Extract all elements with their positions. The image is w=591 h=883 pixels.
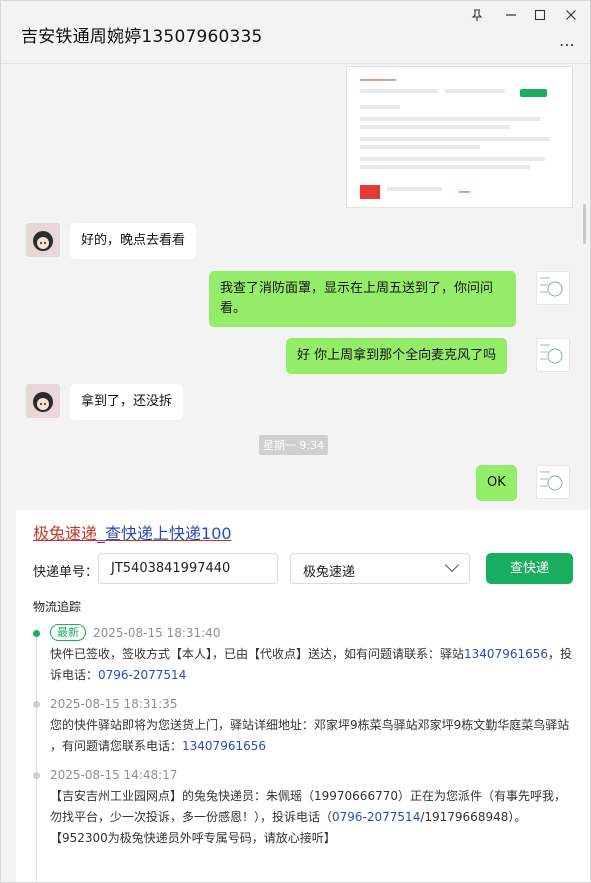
- timeline-dot-latest: [33, 630, 40, 637]
- message-bubble-incoming[interactable]: 好的，晚点去看看: [70, 223, 197, 259]
- event-description: 快件已签收，签收方式【本人】，已由【代收点】送达，如有问题请联系：驿站13407…: [50, 644, 575, 686]
- event-text: 快件已签收，签收方式【本人】，已由【代收点】送达，如有问题请联系：驿站: [50, 647, 465, 661]
- maximize-icon[interactable]: [532, 9, 548, 25]
- tracking-section-title: 物流追踪: [33, 600, 82, 614]
- thumbnail-line: [387, 187, 442, 191]
- thumbnail-logo: [360, 185, 380, 199]
- my-avatar[interactable]: [536, 338, 570, 372]
- thumbnail-line: [445, 89, 505, 93]
- event-description: 【吉安吉州工业园网点】的兔兔快递员：朱佩瑶（19970666770）正在为您派件…: [50, 786, 575, 849]
- event-phone[interactable]: 0796-2077514: [98, 668, 186, 682]
- contact-avatar[interactable]: [26, 223, 60, 257]
- event-description: 您的快件驿站即将为您送货上门，驿站详细地址：邓家坪9栋菜鸟驿站邓家坪9栋文勤华庭…: [50, 715, 575, 757]
- courier-selected-value: 极兔速递: [303, 565, 356, 580]
- thumbnail-red-graphic: ━━━: [459, 189, 470, 196]
- event-phone[interactable]: 13407961656: [464, 647, 548, 661]
- event-text: 您的快件驿站即将为您送货上门，驿站详细地址：邓家坪9栋菜鸟驿站邓家坪9栋文勤华庭…: [50, 718, 570, 753]
- chat-scrollbar[interactable]: [583, 204, 586, 244]
- tracking-number-label: 快递单号：: [33, 565, 99, 580]
- thumbnail-brand-graphic: ━━━━━━━━━━: [360, 77, 397, 84]
- thumbnail-line: [360, 89, 438, 93]
- thumbnail-line: [360, 105, 400, 109]
- courier-select[interactable]: 极兔速递: [290, 553, 470, 584]
- tracking-number-input[interactable]: JT5403841997440: [98, 553, 278, 584]
- event-time: 2025-08-15 18:31:35: [50, 697, 178, 711]
- latest-badge: 最新: [50, 624, 86, 641]
- close-icon[interactable]: [563, 9, 579, 25]
- timeline-dot: [33, 772, 40, 779]
- thumbnail-button-graphic: [520, 89, 547, 97]
- message-bubble-incoming[interactable]: 拿到了，还没拆: [70, 384, 184, 420]
- minimize-icon[interactable]: [503, 9, 519, 25]
- pin-icon[interactable]: [469, 9, 485, 25]
- timeline-dot: [33, 701, 40, 708]
- timeline-line: [36, 635, 37, 882]
- thumbnail-line: [360, 145, 480, 149]
- thumbnail-line: [360, 137, 550, 141]
- chat-title: 吉安铁通周婉婷13507960335: [21, 27, 263, 47]
- event-phone[interactable]: 0796-2077514: [332, 810, 420, 824]
- message-bubble-outgoing[interactable]: 好 你上周拿到那个全向麦克风了吗: [286, 338, 508, 374]
- message-bubble-outgoing[interactable]: 我查了消防面罩，显示在上周五送到了，你问问看。: [209, 271, 516, 327]
- message-timestamp: 星期一 9:34: [259, 435, 329, 455]
- my-avatar[interactable]: [536, 271, 570, 305]
- chat-window: 吉安铁通周婉婷13507960335 ⋯ ━━━━━━━━━━ ━━━ 好的，晚…: [0, 0, 591, 883]
- event-time: 2025-08-15 14:48:17: [50, 768, 178, 782]
- brand-name: 极兔速递: [33, 524, 98, 543]
- message-bubble-outgoing[interactable]: OK: [476, 465, 517, 501]
- express-site-link[interactable]: 极兔速递_查快递上快递100: [33, 520, 232, 544]
- more-options-icon[interactable]: ⋯: [559, 35, 576, 54]
- contact-avatar[interactable]: [26, 384, 60, 418]
- screenshot-image-message[interactable]: ━━━━━━━━━━ ━━━: [346, 66, 573, 208]
- chevron-down-icon: [444, 557, 460, 573]
- event-time: 2025-08-15 18:31:40: [93, 626, 221, 640]
- express-tracking-panel: 极兔速递_查快递上快递100 快递单号： JT5403841997440 极兔速…: [16, 510, 590, 882]
- my-avatar[interactable]: [536, 465, 570, 499]
- title-bar: 吉安铁通周婉婷13507960335 ⋯: [1, 1, 590, 64]
- brand-suffix: _查快递上快递100: [97, 524, 232, 543]
- thumbnail-line: [360, 157, 545, 161]
- thumbnail-line: [360, 165, 530, 169]
- thumbnail-line: [360, 117, 540, 121]
- query-express-button[interactable]: 查快递: [486, 553, 573, 584]
- event-phone[interactable]: 13407961656: [182, 739, 266, 753]
- chat-message-area[interactable]: ━━━━━━━━━━ ━━━ 好的，晚点去看看 我查了消防面罩，显示在上周五送到…: [1, 64, 590, 510]
- thumbnail-line: [360, 125, 510, 129]
